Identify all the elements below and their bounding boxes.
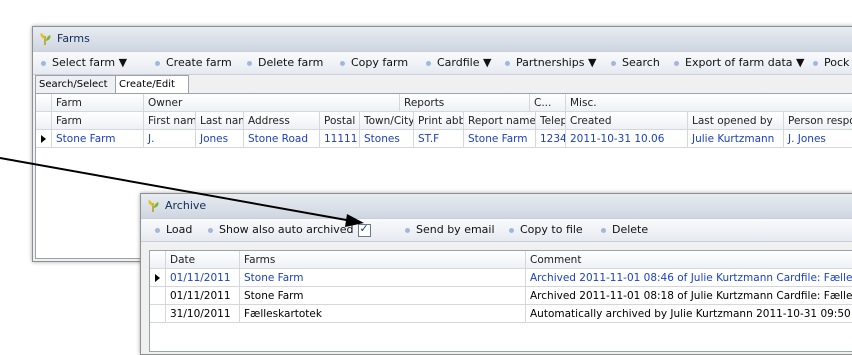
callout-arrow [0,157,364,227]
arrow-head-icon [345,214,364,227]
arrow-line [0,157,353,222]
